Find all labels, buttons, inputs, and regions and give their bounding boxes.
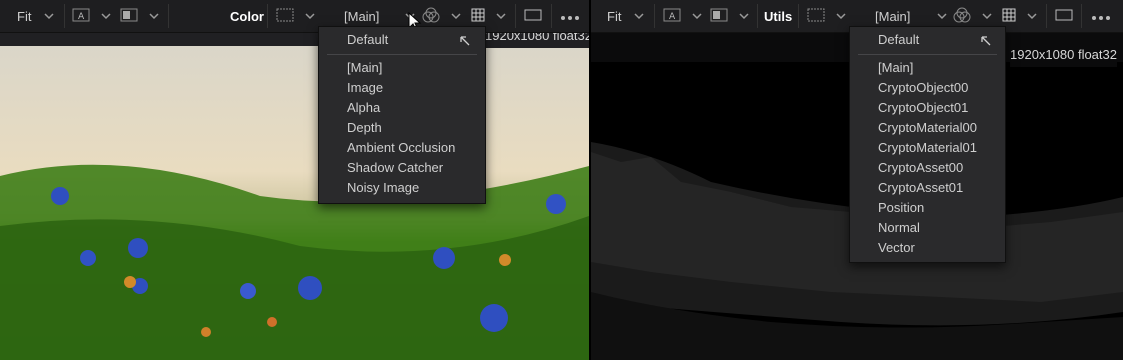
mode-label-text: Color — [230, 8, 264, 24]
channel-a-button[interactable]: A — [663, 0, 703, 32]
menu-item-label: Alpha — [347, 100, 381, 115]
fit-dropdown[interactable]: Fit — [17, 0, 55, 32]
viewer-toolbar: Fit A Color [Main] — [0, 0, 589, 33]
a-box-icon: A — [663, 8, 681, 25]
frame-icon — [524, 8, 542, 25]
chevron-down-icon — [633, 10, 645, 22]
menu-item-default[interactable]: Default — [319, 30, 485, 50]
chevron-down-icon — [936, 10, 948, 22]
menu-item-label: Depth — [347, 120, 382, 135]
fit-label: Fit — [607, 8, 622, 24]
menu-item-label: CryptoAsset00 — [878, 160, 964, 175]
chevron-down-icon — [981, 10, 993, 22]
compare-button[interactable] — [710, 0, 750, 32]
menu-item[interactable]: Alpha — [319, 98, 485, 118]
color-wheel-icon — [422, 6, 440, 27]
menu-item-label: Vector — [878, 240, 915, 255]
menu-item-label: Normal — [878, 220, 920, 235]
chevron-down-icon — [691, 10, 703, 22]
frame-icon — [1055, 8, 1073, 25]
compare-icon — [710, 8, 728, 25]
menu-item-label: CryptoObject00 — [878, 80, 969, 95]
menu-item-label: Default — [878, 32, 920, 47]
menu-item[interactable]: Vector — [850, 238, 1005, 258]
a-box-icon: A — [72, 8, 90, 25]
menu-item[interactable]: Image — [319, 78, 485, 98]
menu-item-label: Shadow Catcher — [347, 160, 444, 175]
menu-item[interactable]: CryptoMaterial01 — [850, 138, 1005, 158]
chevron-down-icon — [738, 10, 750, 22]
menu-item-label: CryptoObject01 — [878, 100, 969, 115]
menu-item[interactable]: Normal — [850, 218, 1005, 238]
render-image-color — [0, 46, 589, 360]
menu-item[interactable]: CryptoMaterial00 — [850, 118, 1005, 138]
menu-item[interactable]: Noisy Image — [319, 178, 485, 198]
return-arrow-icon — [980, 33, 992, 53]
channel-a-button[interactable]: A — [72, 0, 112, 32]
chevron-down-icon — [1026, 10, 1038, 22]
menu-item-label: [Main] — [347, 60, 383, 75]
dotted-box-icon — [807, 8, 825, 25]
channel-dropdown-menu: Default [Main] CryptoObject00 CryptoObject… — [849, 26, 1006, 263]
channel-select-value: [Main] — [344, 8, 380, 24]
grid-button[interactable] — [1002, 0, 1038, 32]
menu-item[interactable]: Ambient Occlusion — [319, 138, 485, 158]
menu-item[interactable]: CryptoAsset00 — [850, 158, 1005, 178]
menu-item-label: Ambient Occlusion — [347, 140, 456, 155]
grid-icon — [471, 8, 485, 25]
menu-item-label: Image — [347, 80, 384, 95]
more-icon — [1091, 9, 1111, 24]
chevron-down-icon — [100, 10, 112, 22]
return-arrow-icon — [459, 33, 471, 53]
chevron-down-icon — [43, 10, 55, 22]
menu-item[interactable]: CryptoObject00 — [850, 78, 1005, 98]
fit-dropdown[interactable]: Fit — [607, 0, 645, 32]
fit-label: Fit — [17, 8, 32, 24]
chevron-down-icon — [450, 10, 462, 22]
mode-label: Utils — [764, 0, 792, 32]
channel-dropdown-menu: Default [Main] Image Alpha Depth Ambient Occ… — [318, 26, 486, 204]
svg-text:A: A — [669, 12, 676, 22]
layer-button[interactable] — [807, 0, 847, 32]
frame-button[interactable] — [524, 0, 542, 32]
chevron-down-icon — [495, 10, 507, 22]
layer-button[interactable] — [276, 0, 316, 32]
right-viewer: Fit A Utils [Main] 1920x1080 float32 Def… — [591, 0, 1123, 360]
menu-item[interactable]: CryptoObject01 — [850, 98, 1005, 118]
menu-item[interactable]: Position — [850, 198, 1005, 218]
menu-item-label: Position — [878, 200, 925, 215]
menu-item[interactable]: [Main] — [319, 58, 485, 78]
menu-item-label: [Main] — [878, 60, 914, 75]
color-wheel-icon — [953, 6, 971, 27]
mode-label-text: Utils — [764, 8, 793, 24]
grass-flowers-graphic — [0, 164, 589, 360]
menu-item-default[interactable]: Default — [850, 30, 1005, 50]
svg-text:A: A — [78, 12, 85, 22]
menu-item[interactable]: Shadow Catcher — [319, 158, 485, 178]
chevron-down-icon — [148, 10, 160, 22]
channel-select-value: [Main] — [875, 8, 911, 24]
dotted-box-icon — [276, 8, 294, 25]
mode-label: Color — [230, 0, 264, 32]
menu-item-label: CryptoMaterial01 — [878, 140, 977, 155]
frame-button[interactable] — [1055, 0, 1073, 32]
compare-button[interactable] — [120, 0, 160, 32]
menu-item-label: Default — [347, 32, 389, 47]
grid-icon — [1002, 8, 1016, 25]
menu-item-label: CryptoMaterial00 — [878, 120, 977, 135]
menu-item[interactable]: [Main] — [850, 58, 1005, 78]
menu-item[interactable]: CryptoAsset01 — [850, 178, 1005, 198]
chevron-down-icon — [304, 10, 316, 22]
menu-item[interactable]: Depth — [319, 118, 485, 138]
menu-item-label: Noisy Image — [347, 180, 420, 195]
resolution-label: 1920x1080 float32 — [1010, 45, 1117, 67]
menu-item-label: CryptoAsset01 — [878, 180, 964, 195]
more-options-button[interactable] — [1091, 0, 1111, 32]
more-icon — [560, 9, 580, 24]
left-viewer: 1920x1080 float32 Fit A Color [Main] Def… — [0, 0, 589, 360]
chevron-down-icon — [835, 10, 847, 22]
more-options-button[interactable] — [560, 0, 580, 32]
compare-icon — [120, 8, 138, 25]
